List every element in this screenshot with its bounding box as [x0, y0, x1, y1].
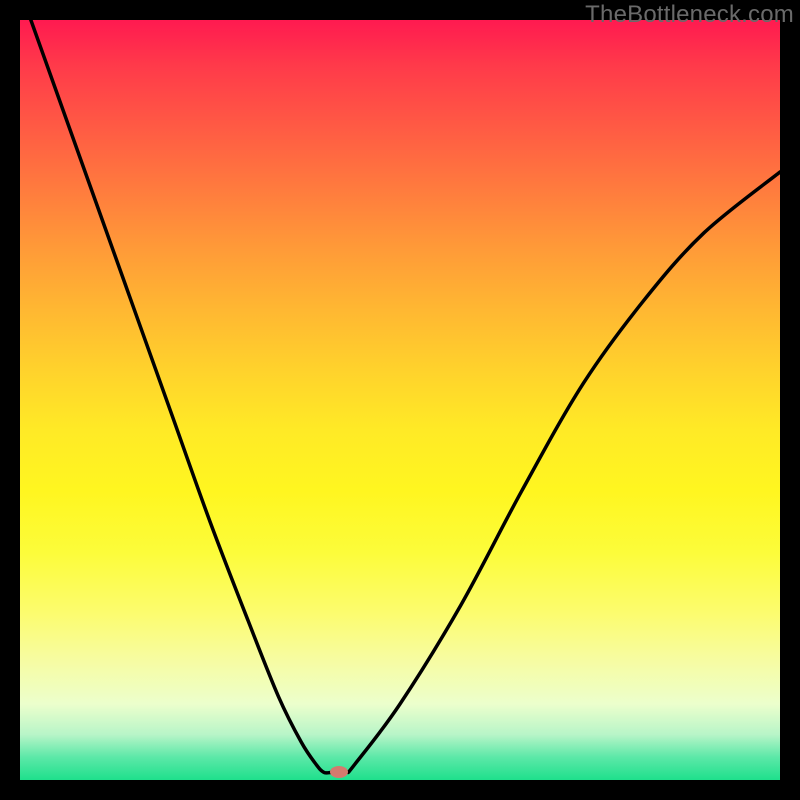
watermark-text: TheBottleneck.com	[585, 1, 794, 29]
optimum-marker	[330, 766, 348, 778]
bottleneck-curve	[20, 20, 780, 780]
chart-frame: TheBottleneck.com	[0, 0, 800, 800]
plot-area	[20, 20, 780, 780]
